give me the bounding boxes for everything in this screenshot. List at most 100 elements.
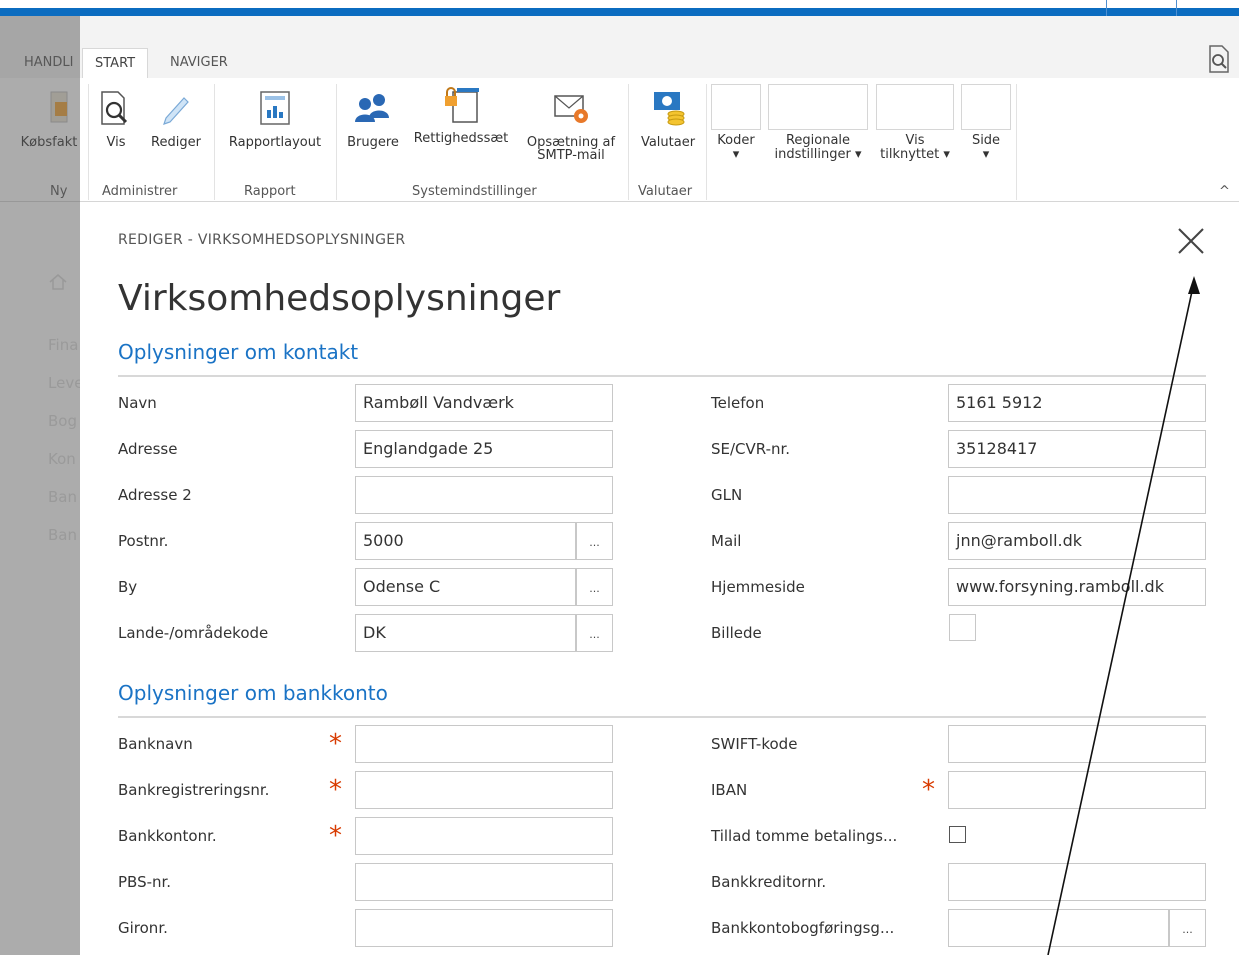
iban-field[interactable] bbox=[948, 771, 1206, 809]
regional-settings-dropdown-preview[interactable] bbox=[768, 84, 868, 130]
group-separator bbox=[628, 84, 629, 200]
group-separator bbox=[214, 84, 215, 200]
address2-field[interactable] bbox=[355, 476, 613, 514]
pbs-field[interactable] bbox=[355, 863, 613, 901]
bank-posting-group-label: Bankkontobogføringsg... bbox=[711, 919, 895, 937]
smtp-setup-button[interactable]: Opsætning af SMTP-mail bbox=[520, 88, 622, 162]
report-layout-button[interactable]: Rapportlayout bbox=[220, 88, 330, 149]
chevron-down-icon: ▾ bbox=[732, 147, 740, 162]
page-title: Virksomhedsoplysninger bbox=[118, 278, 561, 319]
bank-name-label: Banknavn bbox=[118, 735, 193, 753]
nav-item: Bog bbox=[48, 412, 77, 430]
page-dropdown[interactable]: Side ▾ bbox=[961, 134, 1011, 162]
codes-dropdown-preview[interactable] bbox=[711, 84, 761, 130]
country-label: Lande-/områdekode bbox=[118, 624, 269, 642]
country-lookup-button[interactable]: ... bbox=[576, 614, 613, 652]
nav-item: Fina bbox=[48, 336, 79, 354]
breadcrumb: REDIGER - VIRKSOMHEDSOPLYSNINGER bbox=[118, 232, 406, 248]
title-bar-divider bbox=[1176, 0, 1177, 16]
bank-account-field[interactable] bbox=[355, 817, 613, 855]
background-overlay bbox=[0, 16, 80, 955]
phone-field[interactable]: 5161 5912 bbox=[948, 384, 1206, 422]
mail-settings-icon bbox=[554, 95, 588, 123]
bank-posting-group-field[interactable] bbox=[948, 909, 1169, 947]
show-attached-dropdown-preview[interactable] bbox=[876, 84, 954, 130]
pbs-label: PBS-nr. bbox=[118, 873, 172, 891]
bank-reg-no-label: Bankregistreringsnr. bbox=[118, 781, 270, 799]
currencies-label: Valutaer bbox=[640, 135, 696, 150]
bank-account-label: Bankkontonr. bbox=[118, 827, 217, 845]
section-divider bbox=[118, 375, 1206, 377]
zip-field[interactable]: 5000 bbox=[355, 522, 576, 560]
bank-reg-no-field[interactable] bbox=[355, 771, 613, 809]
zip-lookup-button[interactable]: ... bbox=[576, 522, 613, 560]
view-button[interactable]: Vis bbox=[94, 88, 138, 149]
group-label-administrer: Administrer bbox=[102, 184, 178, 199]
gln-label: GLN bbox=[711, 486, 743, 504]
show-attached-label-line2: tilknyttet bbox=[880, 147, 940, 162]
chevron-down-icon: ▾ bbox=[982, 147, 990, 162]
section-heading-bank[interactable]: Oplysninger om bankkonto bbox=[118, 681, 388, 705]
homepage-label: Hjemmeside bbox=[711, 578, 805, 596]
address2-label: Adresse 2 bbox=[118, 486, 192, 504]
homepage-field[interactable]: www.forsyning.ramboll.dk bbox=[948, 568, 1206, 606]
swift-field[interactable] bbox=[948, 725, 1206, 763]
required-indicator: * bbox=[329, 729, 342, 759]
swift-label: SWIFT-kode bbox=[711, 735, 798, 753]
group-separator bbox=[706, 84, 707, 200]
users-icon bbox=[355, 94, 389, 122]
city-field[interactable]: Odense C bbox=[355, 568, 576, 606]
view-document-icon bbox=[101, 91, 128, 125]
users-label: Brugere bbox=[347, 135, 399, 150]
required-indicator: * bbox=[329, 775, 342, 805]
giro-field[interactable] bbox=[355, 909, 613, 947]
show-attached-dropdown[interactable]: Vis tilknyttet ▾ bbox=[872, 134, 958, 162]
regional-settings-dropdown[interactable]: Regionale indstillinger ▾ bbox=[764, 134, 872, 162]
vat-field[interactable]: 35128417 bbox=[948, 430, 1206, 468]
view-label: Vis bbox=[106, 135, 126, 150]
tab-naviger[interactable]: NAVIGER bbox=[170, 48, 228, 78]
group-separator bbox=[336, 84, 337, 200]
codes-dropdown[interactable]: Koder ▾ bbox=[711, 134, 761, 162]
name-field[interactable]: Rambøll Vandværk bbox=[355, 384, 613, 422]
zip-label: Postnr. bbox=[118, 532, 169, 550]
collapse-ribbon-icon[interactable]: ^ bbox=[1219, 184, 1230, 199]
users-button[interactable]: Brugere bbox=[342, 88, 404, 149]
tab-start[interactable]: START bbox=[82, 48, 149, 78]
picture-box[interactable] bbox=[949, 614, 976, 641]
group-label-valutaer: Valutaer bbox=[638, 184, 693, 199]
permission-sets-label: Rettighedssæt bbox=[413, 131, 509, 146]
group-label-rapport: Rapport bbox=[244, 184, 296, 199]
regional-settings-label: Regionale bbox=[785, 133, 851, 148]
nav-item: Kon bbox=[48, 450, 76, 468]
allow-blank-payment-checkbox[interactable] bbox=[949, 826, 966, 843]
close-icon[interactable] bbox=[1176, 226, 1206, 256]
report-layout-label: Rapportlayout bbox=[228, 135, 322, 150]
permission-sets-button[interactable]: Rettighedssæt bbox=[408, 87, 514, 146]
gln-field[interactable] bbox=[948, 476, 1206, 514]
show-attached-label: Vis bbox=[905, 133, 925, 148]
group-label-systemindstillinger: Systemindstillinger bbox=[412, 184, 537, 199]
address-label: Adresse bbox=[118, 440, 178, 458]
home-icon bbox=[49, 274, 67, 290]
bank-name-field[interactable] bbox=[355, 725, 613, 763]
name-label: Navn bbox=[118, 394, 157, 412]
page-dropdown-preview[interactable] bbox=[961, 84, 1011, 130]
address-field[interactable]: Englandgade 25 bbox=[355, 430, 613, 468]
country-field[interactable]: DK bbox=[355, 614, 576, 652]
nav-item: Ban bbox=[48, 488, 77, 506]
section-heading-contact[interactable]: Oplysninger om kontakt bbox=[118, 340, 358, 364]
bank-posting-group-lookup-button[interactable]: ... bbox=[1169, 909, 1206, 947]
page-search-icon[interactable] bbox=[1206, 44, 1232, 74]
mail-field[interactable]: jnn@ramboll.dk bbox=[948, 522, 1206, 560]
mail-label: Mail bbox=[711, 532, 742, 550]
pencil-icon bbox=[163, 97, 189, 125]
bank-creditor-field[interactable] bbox=[948, 863, 1206, 901]
required-indicator: * bbox=[329, 821, 342, 851]
edit-button[interactable]: Rediger bbox=[144, 88, 208, 149]
group-separator bbox=[88, 84, 89, 200]
vat-label: SE/CVR-nr. bbox=[711, 440, 791, 458]
city-lookup-button[interactable]: ... bbox=[576, 568, 613, 606]
section-divider bbox=[118, 716, 1206, 718]
currencies-button[interactable]: Valutaer bbox=[634, 88, 702, 149]
